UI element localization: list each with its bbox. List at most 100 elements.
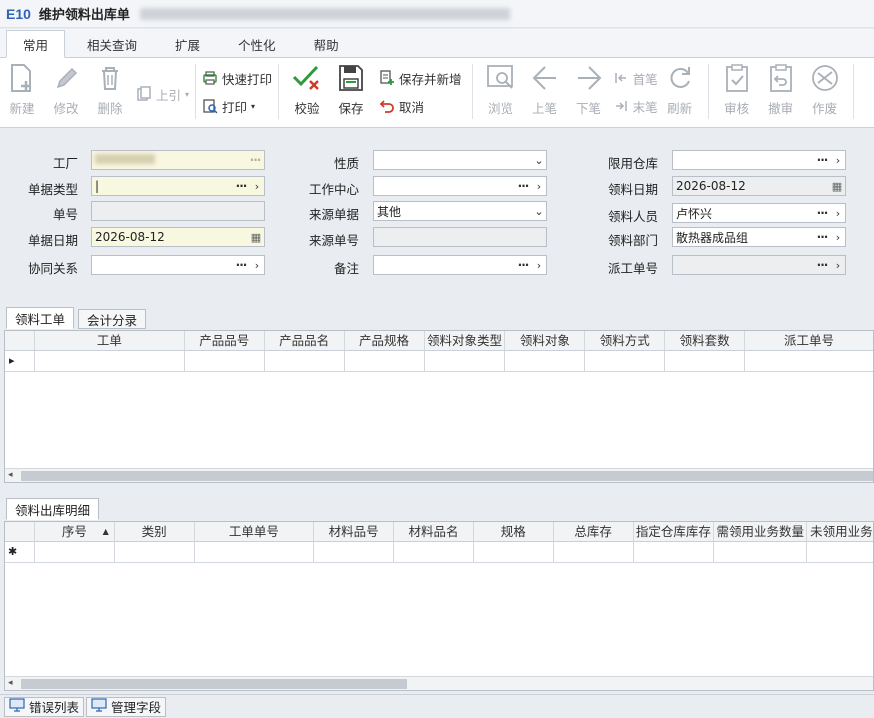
tab-extend[interactable]: 扩展 bbox=[159, 31, 216, 57]
column-header[interactable]: 需领用业务数量 bbox=[714, 522, 808, 541]
lookup-dots-icon[interactable]: ··· bbox=[514, 179, 532, 193]
lookup-dots-icon[interactable]: ··· bbox=[813, 230, 831, 244]
source-doc-select[interactable]: 其他 ⌄ bbox=[373, 201, 547, 221]
cancel-button[interactable]: 取消 bbox=[379, 96, 462, 116]
quick-print-button[interactable]: 快速打印 bbox=[202, 68, 272, 88]
chevron-right-icon[interactable]: › bbox=[831, 207, 845, 220]
void-button[interactable]: 作废 bbox=[803, 62, 847, 127]
verify-button[interactable]: 校验 bbox=[285, 62, 329, 127]
column-header[interactable]: 派工单号 bbox=[745, 331, 873, 350]
tab-accounting-entries[interactable]: 会计分录 bbox=[78, 309, 147, 329]
column-header[interactable]: 产品规格 bbox=[345, 331, 425, 350]
calendar-icon[interactable]: ▦ bbox=[248, 231, 264, 244]
chevron-right-icon[interactable]: › bbox=[831, 154, 845, 167]
chevron-down-icon[interactable]: ⌄ bbox=[532, 205, 546, 218]
tab-common[interactable]: 常用 bbox=[6, 30, 66, 58]
print-button[interactable]: 打印 ▾ bbox=[202, 96, 272, 116]
chevron-right-icon[interactable]: › bbox=[532, 259, 546, 272]
column-header[interactable]: 总库存 bbox=[554, 522, 634, 541]
source-no-field[interactable] bbox=[373, 227, 547, 247]
limit-wh-label: 限用仓库 bbox=[607, 156, 658, 171]
tab-personalize[interactable]: 个性化 bbox=[222, 31, 292, 57]
nature-label: 性质 bbox=[333, 156, 359, 171]
table-row[interactable]: ▸ bbox=[5, 351, 873, 372]
picker-field[interactable]: 卢怀兴 ··· › bbox=[672, 203, 846, 223]
first-button[interactable]: 首笔 bbox=[613, 68, 658, 88]
work-center-field[interactable]: ··· › bbox=[373, 176, 547, 196]
lookup-dots-icon[interactable]: ··· bbox=[813, 206, 831, 220]
column-header[interactable]: 工单 bbox=[35, 331, 185, 350]
column-header[interactable]: 领料套数 bbox=[665, 331, 746, 350]
calendar-icon[interactable]: ▦ bbox=[829, 180, 845, 193]
new-row[interactable]: ✱ bbox=[5, 542, 873, 563]
chevron-right-icon[interactable]: › bbox=[250, 180, 264, 193]
tab-help[interactable]: 帮助 bbox=[298, 31, 355, 57]
manage-fields-button[interactable]: 管理字段 bbox=[86, 696, 167, 717]
lookup-dots-icon[interactable]: ··· bbox=[813, 153, 831, 167]
tab-pick-detail[interactable]: 领料出库明细 bbox=[6, 498, 100, 520]
approve-button[interactable]: 审核 bbox=[715, 62, 759, 127]
lookup-dots-icon[interactable]: ··· bbox=[232, 258, 250, 272]
lower-grid-tabs: 领料出库明细 bbox=[0, 498, 874, 520]
column-header[interactable]: 产品品名 bbox=[265, 331, 345, 350]
chevron-right-icon[interactable]: › bbox=[831, 259, 845, 272]
pick-date-label: 领料日期 bbox=[607, 182, 658, 197]
lookup-dots-icon[interactable]: ··· bbox=[232, 179, 250, 193]
undo-icon bbox=[379, 98, 395, 114]
column-header[interactable]: 规格 bbox=[474, 522, 554, 541]
column-header[interactable]: 领料对象类型 bbox=[425, 331, 506, 350]
toolbar: 新建 修改 删除 上引 ▾ 快速打印 打印 ▾ 校验 保存 保存并新增 取消 浏… bbox=[0, 58, 874, 128]
column-header[interactable]: 领料对象 bbox=[505, 331, 586, 350]
scroll-thumb[interactable] bbox=[21, 679, 407, 689]
lower-horizontal-scrollbar[interactable]: ◂ bbox=[5, 676, 873, 690]
remark-label: 备注 bbox=[333, 261, 359, 276]
tab-pick-work-orders[interactable]: 领料工单 bbox=[6, 307, 75, 329]
redacted-factory-value bbox=[95, 154, 155, 164]
browse-button[interactable]: 浏览 bbox=[479, 62, 523, 127]
chevron-down-icon[interactable]: ⌄ bbox=[532, 154, 546, 167]
next-button[interactable]: 下笔 bbox=[567, 62, 611, 127]
upref-button[interactable]: 上引 ▾ bbox=[136, 84, 189, 104]
column-header[interactable]: 产品品号 bbox=[185, 331, 265, 350]
status-bar: 错误列表 管理字段 bbox=[0, 694, 874, 718]
chevron-right-icon[interactable]: › bbox=[532, 180, 546, 193]
factory-field[interactable]: ··· bbox=[91, 150, 265, 170]
scroll-left-icon[interactable]: ◂ bbox=[8, 678, 13, 688]
lookup-dots-icon[interactable]: ··· bbox=[514, 258, 532, 272]
modify-button[interactable]: 修改 bbox=[44, 62, 88, 127]
save-button[interactable]: 保存 bbox=[329, 62, 373, 127]
doc-type-field[interactable]: | ··· › bbox=[91, 176, 265, 196]
last-button[interactable]: 末笔 bbox=[613, 96, 658, 116]
dispatch-no-field[interactable]: ··· › bbox=[672, 255, 846, 275]
limit-wh-field[interactable]: ··· › bbox=[672, 150, 846, 170]
chevron-right-icon[interactable]: › bbox=[250, 259, 264, 272]
nature-select[interactable]: ⌄ bbox=[373, 150, 547, 170]
pick-date-field[interactable]: 2026-08-12 ▦ bbox=[672, 176, 846, 196]
column-header[interactable]: 类别 bbox=[115, 522, 195, 541]
column-header[interactable]: 指定仓库库存 bbox=[634, 522, 715, 541]
tab-related-query[interactable]: 相关查询 bbox=[71, 31, 153, 57]
error-list-button[interactable]: 错误列表 bbox=[4, 696, 85, 717]
chevron-right-icon[interactable]: › bbox=[831, 231, 845, 244]
save-and-new-button[interactable]: 保存并新增 bbox=[379, 68, 462, 88]
delete-button[interactable]: 删除 bbox=[88, 62, 132, 127]
collab-field[interactable]: ··· › bbox=[91, 255, 265, 275]
prev-button[interactable]: 上笔 bbox=[523, 62, 567, 127]
column-header[interactable]: 材料品名 bbox=[394, 522, 474, 541]
doc-date-field[interactable]: 2026-08-12 ▦ bbox=[91, 227, 265, 247]
column-header[interactable]: 工单单号 bbox=[195, 522, 315, 541]
column-header[interactable]: 材料品号 bbox=[314, 522, 395, 541]
upper-horizontal-scrollbar[interactable]: ◂ bbox=[5, 468, 873, 482]
doc-no-field[interactable] bbox=[91, 201, 265, 221]
remark-field[interactable]: ··· › bbox=[373, 255, 547, 275]
column-header[interactable]: 序号 ▲ bbox=[35, 522, 115, 541]
refresh-button[interactable]: 刷新 bbox=[658, 62, 702, 127]
lookup-dots-icon[interactable]: ··· bbox=[813, 258, 831, 272]
column-header[interactable]: 领料方式 bbox=[585, 331, 666, 350]
pick-dept-field[interactable]: 散热器成品组 ··· › bbox=[672, 227, 846, 247]
column-header[interactable]: 未领用业务 bbox=[807, 522, 873, 541]
new-button[interactable]: 新建 bbox=[0, 62, 44, 127]
scroll-thumb[interactable] bbox=[21, 471, 873, 481]
scroll-left-icon[interactable]: ◂ bbox=[8, 470, 13, 480]
unapprove-button[interactable]: 撤审 bbox=[759, 62, 803, 127]
